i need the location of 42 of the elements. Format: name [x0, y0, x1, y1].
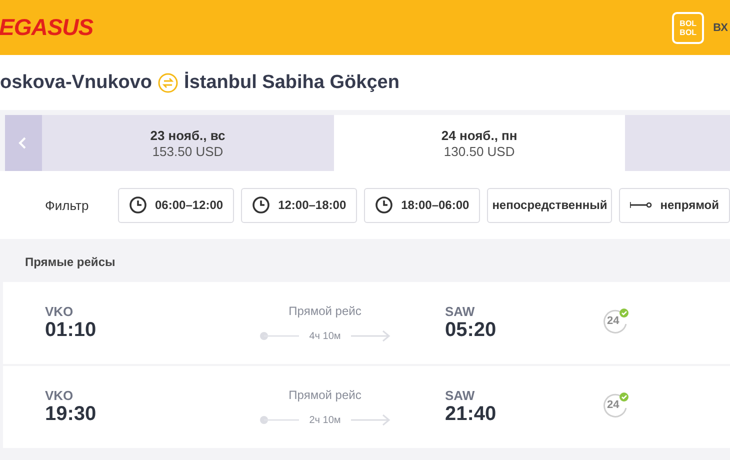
arrow-right-icon — [350, 414, 391, 426]
arrival-time: 21:40 — [445, 403, 498, 426]
connection-icon — [630, 201, 652, 209]
swap-icon[interactable] — [158, 72, 178, 92]
flight-row[interactable]: VKO 19:30 Прямой рейс 2ч 10м SAW 21:40 24 — [3, 366, 730, 448]
origin-city: oskova-Vnukovo — [0, 72, 152, 94]
clock-icon — [129, 196, 147, 214]
filter-chip[interactable]: 18:00–06:00 — [364, 188, 480, 222]
arrow-right-icon — [350, 330, 391, 342]
airport-code: VKO — [45, 388, 74, 403]
airport-code: VKO — [45, 304, 74, 319]
filter-chip[interactable]: непрямой — [619, 188, 730, 222]
previous-date-button[interactable] — [5, 115, 42, 171]
date-tab[interactable]: 24 нояб., пн 130.50 USD — [334, 115, 626, 171]
chevron-left-icon — [18, 137, 28, 149]
departure-time: 19:30 — [45, 403, 98, 426]
tab-price: 130.50 USD — [444, 144, 515, 158]
flight-type: Прямой рейс — [288, 304, 362, 318]
filter-chip[interactable]: 06:00–12:00 — [118, 188, 234, 222]
destination-city: İstanbul Sabiha Gökçen — [184, 72, 400, 94]
origin-line-icon — [259, 331, 300, 341]
flight-duration: 2ч 10м — [309, 414, 341, 426]
departure-time: 01:10 — [45, 319, 98, 342]
section-title: Прямые рейсы — [25, 255, 116, 269]
filter-chip[interactable]: 12:00–18:00 — [241, 188, 358, 222]
tab-date: 23 нояб., вс — [150, 128, 226, 142]
tab-price: 153.50 USD — [152, 144, 224, 158]
airport-code: SAW — [445, 388, 476, 403]
clock-icon — [252, 196, 270, 214]
date-tab[interactable] — [625, 115, 730, 171]
tab-date: 24 нояб., пн — [441, 128, 518, 142]
filter-chip[interactable]: непосредственный — [487, 188, 612, 222]
flight-type: Прямой рейс — [288, 388, 362, 402]
flight-duration: 4ч 10м — [309, 330, 341, 342]
login-link[interactable]: ВХ — [713, 22, 728, 34]
flight-row[interactable]: VKO 01:10 Прямой рейс 4ч 10м SAW 05:20 24 — [3, 282, 730, 364]
arrival-time: 05:20 — [445, 319, 498, 342]
date-tab[interactable]: 23 нояб., вс 153.50 USD — [42, 115, 334, 171]
origin-line-icon — [259, 415, 300, 425]
filter-label: Фильтр — [45, 198, 90, 212]
airport-code: SAW — [445, 304, 476, 319]
clock-icon — [375, 196, 394, 214]
